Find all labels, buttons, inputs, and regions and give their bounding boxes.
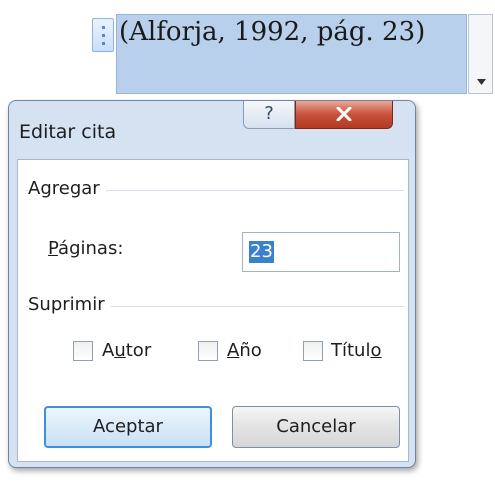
dialog-content: Agregar Páginas: 23 Suprimir Autor Año T… bbox=[17, 159, 409, 462]
citation-content-control[interactable]: (Alforja, 1992, pág. 23) bbox=[92, 14, 495, 94]
add-group-label: Agregar bbox=[28, 178, 106, 199]
pages-value: 23 bbox=[249, 241, 274, 263]
title-checkbox-label[interactable]: Título bbox=[331, 340, 381, 361]
close-button[interactable] bbox=[295, 101, 393, 129]
dialog-title: Editar cita bbox=[19, 121, 117, 143]
edit-citation-dialog: Editar cita ? Agregar Páginas: 23 Suprim… bbox=[8, 100, 416, 468]
suppress-group-label: Suprimir bbox=[28, 294, 111, 315]
year-checkbox-label[interactable]: Año bbox=[227, 340, 262, 361]
help-icon: ? bbox=[264, 103, 274, 124]
pages-input[interactable]: 23 bbox=[242, 232, 400, 272]
help-button[interactable]: ? bbox=[243, 101, 295, 129]
title-checkbox[interactable] bbox=[303, 341, 323, 361]
cancel-button[interactable]: Cancelar bbox=[232, 406, 400, 448]
ok-button[interactable]: Aceptar bbox=[44, 406, 212, 448]
citation-text: (Alforja, 1992, pág. 23) bbox=[119, 17, 426, 47]
close-icon bbox=[336, 107, 352, 121]
citation-options-button[interactable] bbox=[468, 14, 493, 94]
pages-label: Páginas: bbox=[48, 238, 124, 259]
citation-text-area[interactable]: (Alforja, 1992, pág. 23) bbox=[116, 14, 467, 94]
year-checkbox[interactable] bbox=[198, 341, 218, 361]
chevron-down-icon bbox=[477, 79, 486, 85]
author-checkbox-label[interactable]: Autor bbox=[102, 340, 151, 361]
drag-handle-icon[interactable] bbox=[92, 18, 114, 52]
author-checkbox[interactable] bbox=[73, 341, 93, 361]
